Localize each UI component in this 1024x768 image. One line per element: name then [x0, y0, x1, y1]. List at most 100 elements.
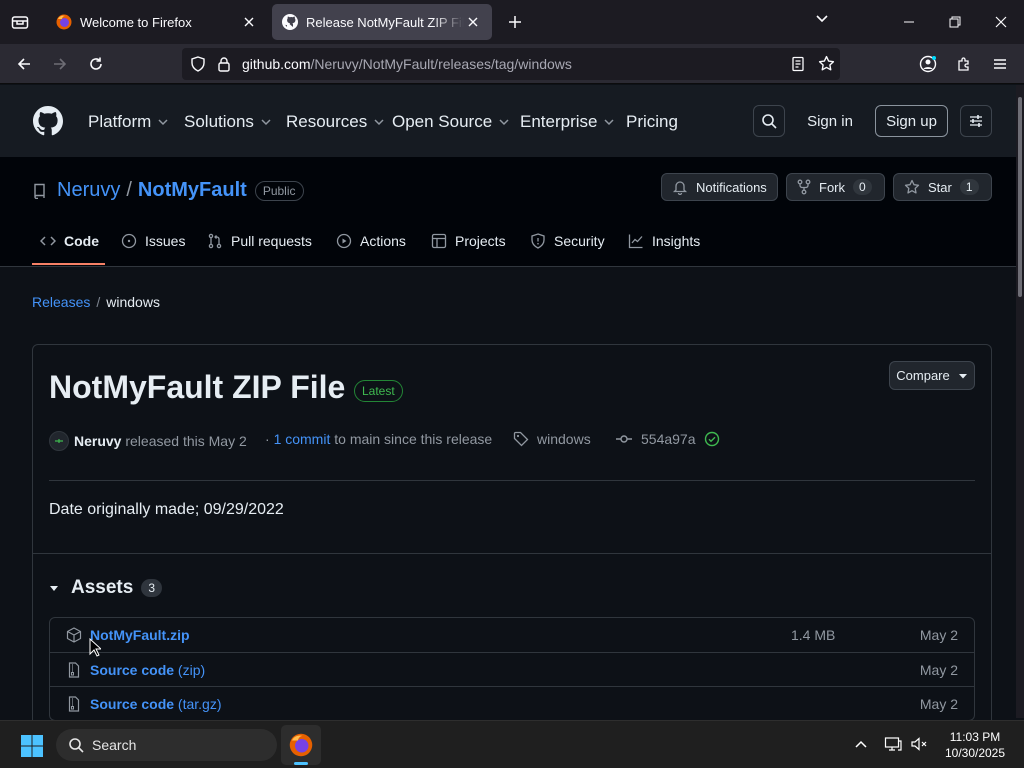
triangle-down-icon	[50, 586, 58, 591]
taskbar-firefox-app[interactable]	[281, 725, 321, 765]
search-icon	[762, 114, 777, 129]
chevron-down-icon	[261, 119, 271, 126]
released-text: released this May 2	[125, 433, 247, 449]
notifications-button[interactable]: Notifications	[661, 173, 778, 201]
tab-welcome-to-firefox[interactable]: Welcome to Firefox	[46, 4, 268, 40]
close-tab-icon[interactable]	[240, 13, 258, 31]
assets-toggle[interactable]: Assets 3	[49, 577, 163, 599]
url-bar[interactable]: github.com/Neruvy/NotMyFault/releases/ta…	[182, 48, 840, 80]
tab-label: Code	[64, 233, 99, 249]
repo-name-link[interactable]: NotMyFault	[138, 179, 247, 202]
active-app-indicator	[294, 762, 308, 765]
asset-name: Source code	[90, 695, 175, 712]
back-arrow-icon[interactable]	[10, 52, 38, 76]
firefox-view-icon[interactable]	[0, 0, 40, 44]
vertical-scrollbar[interactable]	[1016, 85, 1024, 718]
tab-label: Actions	[360, 233, 406, 249]
tab-insights[interactable]: Insights	[628, 233, 700, 249]
nav-label: Open Source	[392, 112, 493, 131]
release-title[interactable]: NotMyFault ZIP File	[49, 369, 345, 406]
shield-icon[interactable]	[190, 56, 206, 72]
tab-projects[interactable]: Projects	[431, 233, 506, 249]
asset-link[interactable]: Source code (zip)	[90, 662, 205, 678]
speaker-muted-icon[interactable]	[910, 735, 928, 753]
avatar[interactable]	[49, 431, 69, 451]
scrollbar-thumb[interactable]	[1018, 97, 1022, 297]
search-button[interactable]	[753, 105, 785, 137]
tab-issues[interactable]: Issues	[121, 233, 185, 249]
breadcrumb-releases-link[interactable]: Releases	[32, 294, 90, 310]
sign-in-link[interactable]: Sign in	[797, 105, 863, 137]
asset-link[interactable]: Source code (tar.gz)	[90, 696, 222, 712]
account-icon[interactable]	[914, 52, 942, 76]
repo-title: Neruvy / NotMyFault Public	[33, 179, 304, 202]
sign-up-button[interactable]: Sign up	[875, 105, 948, 137]
command-palette-button[interactable]	[960, 105, 992, 137]
extensions-puzzle-icon[interactable]	[950, 52, 978, 76]
nav-solutions[interactable]: Solutions	[184, 112, 272, 132]
url-path: /Neruvy/NotMyFault/releases/tag/windows	[310, 56, 572, 72]
chevron-down-icon	[499, 119, 509, 126]
tab-release-notmyfault[interactable]: Release NotMyFault ZIP File · Ne	[272, 4, 492, 40]
restore-window-icon[interactable]	[932, 0, 978, 44]
breadcrumb-separator: /	[96, 294, 101, 310]
tab-security[interactable]: Security	[530, 233, 605, 249]
visibility-badge: Public	[254, 180, 304, 201]
commits-link[interactable]: 1 commit	[274, 431, 331, 447]
show-hidden-icons-chevron-icon[interactable]	[854, 737, 868, 751]
repository-header: Neruvy / NotMyFault Public Notifications…	[0, 157, 1016, 267]
forward-arrow-icon[interactable]	[46, 52, 74, 76]
release-commit[interactable]: 554a97a	[615, 431, 720, 447]
taskbar-clock[interactable]: 11:03 PM 10/30/2025	[940, 729, 1010, 761]
list-all-tabs-chevron-icon[interactable]	[815, 12, 829, 26]
browser-navigation-bar: github.com/Neruvy/NotMyFault/releases/ta…	[0, 44, 1024, 84]
close-window-icon[interactable]	[978, 0, 1024, 44]
tab-label: Issues	[145, 233, 186, 249]
browser-tab-strip: Welcome to Firefox Release NotMyFault ZI…	[0, 0, 1024, 44]
commits-since: · 1 commit to main since this release	[265, 431, 492, 447]
author-link[interactable]: Neruvy	[74, 433, 121, 449]
tag-name: windows	[537, 431, 591, 447]
asset-date: May 2	[919, 627, 958, 643]
new-tab-icon[interactable]	[504, 11, 526, 33]
star-icon	[904, 179, 920, 194]
firefox-icon	[289, 733, 313, 757]
package-icon	[66, 627, 82, 643]
nav-label: Resources	[286, 112, 368, 131]
asset-row: NotMyFault.zip 1.4 MB May 2	[50, 618, 974, 652]
compare-button[interactable]: Compare	[889, 361, 975, 390]
close-tab-icon[interactable]	[464, 13, 482, 31]
tab-actions[interactable]: Actions	[336, 233, 406, 249]
network-display-icon[interactable]	[884, 735, 902, 753]
minimize-window-icon[interactable]	[886, 0, 932, 44]
github-header: Platform Solutions Resources Open Source…	[0, 85, 1016, 157]
active-tab-underline	[32, 263, 105, 265]
tab-label: Projects	[455, 233, 506, 249]
file-zip-icon	[68, 696, 80, 712]
tab-code[interactable]: Code	[40, 233, 99, 249]
nav-enterprise[interactable]: Enterprise	[520, 112, 615, 132]
hamburger-menu-icon[interactable]	[986, 52, 1014, 76]
url-text[interactable]: github.com/Neruvy/NotMyFault/releases/ta…	[242, 56, 572, 72]
reload-icon[interactable]	[82, 52, 110, 76]
nav-resources[interactable]: Resources	[286, 112, 385, 132]
fork-button[interactable]: Fork 0	[786, 173, 885, 201]
bookmark-star-icon[interactable]	[818, 55, 835, 72]
windows-start-icon[interactable]	[20, 734, 44, 758]
nav-platform[interactable]: Platform	[88, 112, 169, 132]
star-button[interactable]: Star 1	[893, 173, 992, 201]
firefox-favicon-icon	[56, 14, 72, 30]
lock-icon[interactable]	[216, 56, 232, 72]
tab-pull-requests[interactable]: Pull requests	[207, 233, 312, 249]
taskbar-search-box[interactable]: Search	[56, 729, 277, 761]
asset-link[interactable]: NotMyFault.zip	[90, 627, 190, 643]
nav-label: Solutions	[184, 112, 254, 131]
github-logo-icon[interactable]	[33, 106, 63, 136]
nav-open-source[interactable]: Open Source	[392, 112, 510, 132]
release-description: Date originally made; 09/29/2022	[49, 501, 284, 518]
release-tag[interactable]: windows	[513, 431, 591, 447]
reader-view-icon[interactable]	[790, 56, 806, 72]
chevron-down-icon	[158, 119, 168, 126]
repo-owner-link[interactable]: Neruvy	[57, 179, 120, 202]
nav-pricing[interactable]: Pricing	[626, 112, 678, 132]
